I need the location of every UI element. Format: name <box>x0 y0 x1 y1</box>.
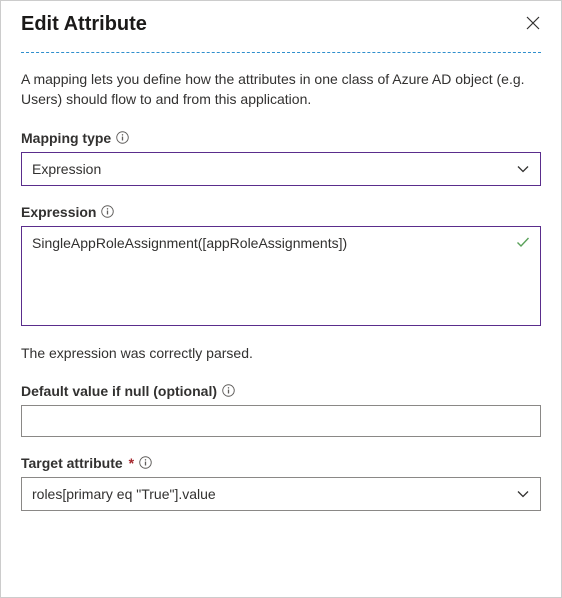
info-icon[interactable] <box>138 456 152 470</box>
target-attribute-field: Target attribute * roles[primary eq "Tru… <box>21 455 541 511</box>
default-value-input[interactable] <box>21 405 541 437</box>
info-icon[interactable] <box>100 205 114 219</box>
target-attribute-value: roles[primary eq "True"].value <box>32 486 216 502</box>
default-value-label: Default value if null (optional) <box>21 383 541 399</box>
description-text: A mapping lets you define how the attrib… <box>21 69 541 110</box>
mapping-type-value: Expression <box>32 161 101 177</box>
info-icon[interactable] <box>221 384 235 398</box>
target-attribute-label: Target attribute * <box>21 455 541 471</box>
expression-textarea-wrap <box>21 226 541 331</box>
panel-title: Edit Attribute <box>21 13 147 36</box>
target-attribute-label-text: Target attribute <box>21 455 123 471</box>
expression-label: Expression <box>21 204 541 220</box>
edit-attribute-panel: Edit Attribute A mapping lets you define… <box>0 0 562 598</box>
expression-status: The expression was correctly parsed. <box>21 345 541 361</box>
default-value-label-text: Default value if null (optional) <box>21 383 217 399</box>
panel-header: Edit Attribute <box>1 1 561 52</box>
chevron-down-icon <box>516 162 530 176</box>
panel-content: A mapping lets you define how the attrib… <box>1 53 561 529</box>
expression-textarea[interactable] <box>21 226 541 326</box>
required-asterisk: * <box>129 455 134 471</box>
info-icon[interactable] <box>115 131 129 145</box>
target-attribute-select[interactable]: roles[primary eq "True"].value <box>21 477 541 511</box>
close-icon <box>525 15 541 34</box>
mapping-type-field: Mapping type Expression <box>21 130 541 186</box>
default-value-field: Default value if null (optional) <box>21 383 541 437</box>
check-icon <box>515 234 531 255</box>
expression-field: Expression <box>21 204 541 331</box>
expression-label-text: Expression <box>21 204 96 220</box>
close-button[interactable] <box>521 11 545 38</box>
mapping-type-label: Mapping type <box>21 130 541 146</box>
mapping-type-select[interactable]: Expression <box>21 152 541 186</box>
mapping-type-label-text: Mapping type <box>21 130 111 146</box>
chevron-down-icon <box>516 487 530 501</box>
